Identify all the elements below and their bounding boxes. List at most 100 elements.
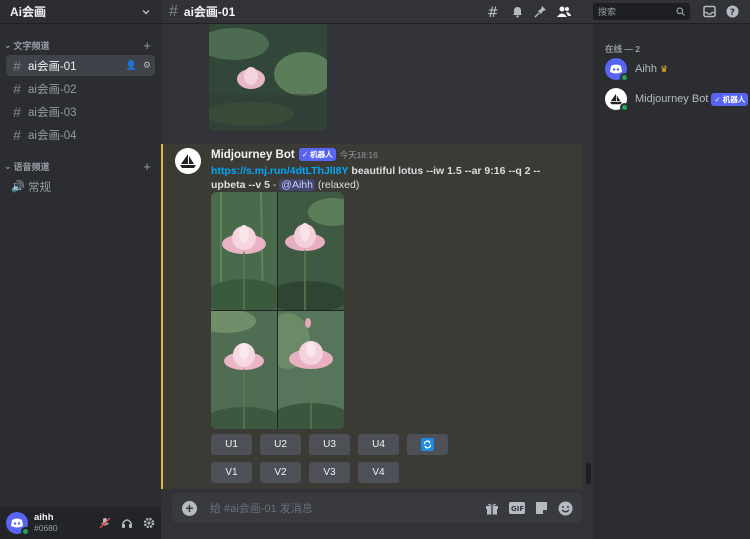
v4-button[interactable]: V4 — [358, 462, 399, 483]
user-tag: #0680 — [34, 523, 58, 533]
channel-item-ai-03[interactable]: # ai会画-03 — [6, 101, 155, 122]
channel-name: ai会画-02 — [28, 83, 77, 96]
v3-button[interactable]: V3 — [309, 462, 350, 483]
inbox-icon[interactable] — [703, 5, 716, 18]
upscale-buttons: U1 U2 U3 U4 — [211, 434, 448, 455]
hash-icon: # — [13, 126, 21, 143]
chevron-icon: ⌄ — [4, 39, 12, 50]
chevron-icon: ⌄ — [4, 160, 12, 171]
invite-icon[interactable]: 👤 — [126, 60, 137, 71]
image-link[interactable]: https://s.mj.run/4dtLThJlI8Y — [211, 165, 348, 177]
hash-icon: # — [13, 57, 21, 74]
discord-logo-icon — [610, 64, 622, 74]
member-name: Midjourney Bot — [635, 93, 709, 105]
category-label: 文字频道 — [13, 40, 50, 51]
add-attachment-icon[interactable]: + — [182, 500, 197, 516]
user-panel: aihh #0680 — [0, 507, 161, 539]
category-label: 语音频道 — [13, 161, 50, 172]
hash-icon: # — [169, 2, 178, 20]
channel-header: # ai会画-01 # 搜索 ? — [161, 0, 750, 24]
channel-name: ai会画-04 — [28, 129, 77, 142]
u1-button[interactable]: U1 — [211, 434, 252, 455]
u2-button[interactable]: U2 — [260, 434, 301, 455]
channel-sidebar: Ai会画 ⌄ 文字频道 + # ai会画-01 👤 ⚙ # ai会画-02 # a… — [0, 0, 161, 539]
message-timestamp: 今天18:16 — [339, 149, 378, 160]
online-status-icon — [21, 527, 30, 536]
help-icon[interactable]: ? — [726, 5, 739, 18]
channel-name: ai会画-01 — [28, 60, 77, 73]
chevron-down-icon[interactable] — [141, 7, 151, 17]
category-text-channels[interactable]: ⌄ 文字频道 + — [0, 38, 161, 53]
gif-icon[interactable]: GIF — [509, 502, 525, 514]
reroll-button[interactable] — [407, 434, 448, 455]
u3-button[interactable]: U3 — [309, 434, 350, 455]
channel-name: 常规 — [28, 181, 51, 194]
user-mention[interactable]: @Aihh — [279, 179, 315, 191]
category-voice-channels[interactable]: ⌄ 语音频道 + — [0, 159, 161, 174]
v2-button[interactable]: V2 — [260, 462, 301, 483]
settings-gear-icon[interactable] — [143, 517, 155, 529]
bot-badge: ✓ 机器人 — [298, 148, 336, 161]
image-grid[interactable] — [211, 192, 344, 429]
members-icon[interactable] — [557, 5, 571, 18]
online-status-icon — [620, 103, 629, 112]
emoji-icon[interactable] — [558, 501, 573, 516]
username: aihh — [34, 512, 54, 523]
online-status-icon — [620, 73, 629, 82]
bell-icon[interactable] — [511, 5, 524, 18]
hash-icon: # — [13, 80, 21, 97]
add-channel-icon[interactable]: + — [143, 38, 151, 53]
members-header: 在线 — 2 — [605, 44, 640, 54]
add-channel-icon[interactable]: + — [143, 159, 151, 174]
channel-item-ai-02[interactable]: # ai会画-02 — [6, 78, 155, 99]
message-content: https://s.mj.run/4dtLThJlI8Y beautiful l… — [211, 164, 551, 192]
server-header[interactable]: Ai会画 — [0, 0, 161, 24]
svg-text:#: # — [487, 5, 499, 19]
input-placeholder: 给 #ai会画-01 发消息 — [210, 503, 313, 515]
grid-image-4[interactable] — [278, 311, 344, 429]
search-icon — [676, 7, 685, 16]
variation-buttons: V1 V2 V3 V4 — [211, 462, 399, 483]
mute-mic-icon[interactable] — [99, 517, 111, 529]
server-name: Ai会画 — [10, 5, 47, 19]
member-item-aihh[interactable]: Aihh ♛ — [605, 58, 668, 82]
channel-name: ai会画-03 — [28, 106, 77, 119]
u4-button[interactable]: U4 — [358, 434, 399, 455]
v1-button[interactable]: V1 — [211, 462, 252, 483]
grid-image-3[interactable] — [211, 311, 277, 429]
search-input[interactable]: 搜索 — [593, 3, 690, 20]
threads-icon[interactable]: # — [487, 5, 501, 19]
avatar[interactable] — [6, 512, 30, 536]
separator: - — [269, 179, 280, 191]
discord-logo-icon — [11, 518, 23, 528]
svg-text:GIF: GIF — [511, 505, 524, 513]
channel-item-ai-01[interactable]: # ai会画-01 👤 ⚙ — [6, 55, 155, 76]
channel-item-ai-04[interactable]: # ai会画-04 — [6, 124, 155, 145]
member-item-midjourney-bot[interactable]: Midjourney Bot ✓ 机器人 — [605, 88, 749, 112]
member-name: Aihh — [635, 63, 658, 75]
gear-icon[interactable]: ⚙ — [143, 60, 151, 71]
scrollbar[interactable] — [586, 463, 591, 485]
voice-channel-general[interactable]: 🔊 常规 — [6, 176, 155, 197]
speaker-icon: 🔊 — [11, 181, 25, 193]
hash-icon: # — [13, 103, 21, 120]
grid-image-1[interactable] — [211, 192, 277, 310]
gift-icon[interactable] — [485, 502, 499, 515]
grid-image-2[interactable] — [278, 192, 344, 310]
message-list: Midjourney Bot ✓ 机器人 今天18:16 https://s.m… — [161, 24, 593, 490]
member-list: 在线 — 2 Aihh ♛ Midjourney Bot ✓ 机器人 — [593, 24, 750, 539]
sticker-icon[interactable] — [535, 501, 548, 515]
mode-text: (relaxed) — [317, 179, 360, 191]
message-author[interactable]: Midjourney Bot — [211, 149, 295, 161]
sailboat-icon — [180, 154, 196, 168]
avatar — [605, 88, 629, 112]
pin-icon[interactable] — [534, 5, 547, 18]
message-input[interactable]: + 给 #ai会画-01 发消息 GIF — [172, 493, 583, 523]
bot-message: Midjourney Bot ✓ 机器人 今天18:16 https://s.m… — [161, 144, 583, 489]
bot-badge: ✓ 机器人 — [711, 92, 749, 106]
midjourney-bot-avatar[interactable] — [175, 148, 201, 174]
headphones-icon[interactable] — [121, 517, 133, 529]
avatar — [605, 58, 629, 82]
previous-lotus-image[interactable] — [209, 24, 327, 131]
search-placeholder: 搜索 — [598, 7, 617, 17]
